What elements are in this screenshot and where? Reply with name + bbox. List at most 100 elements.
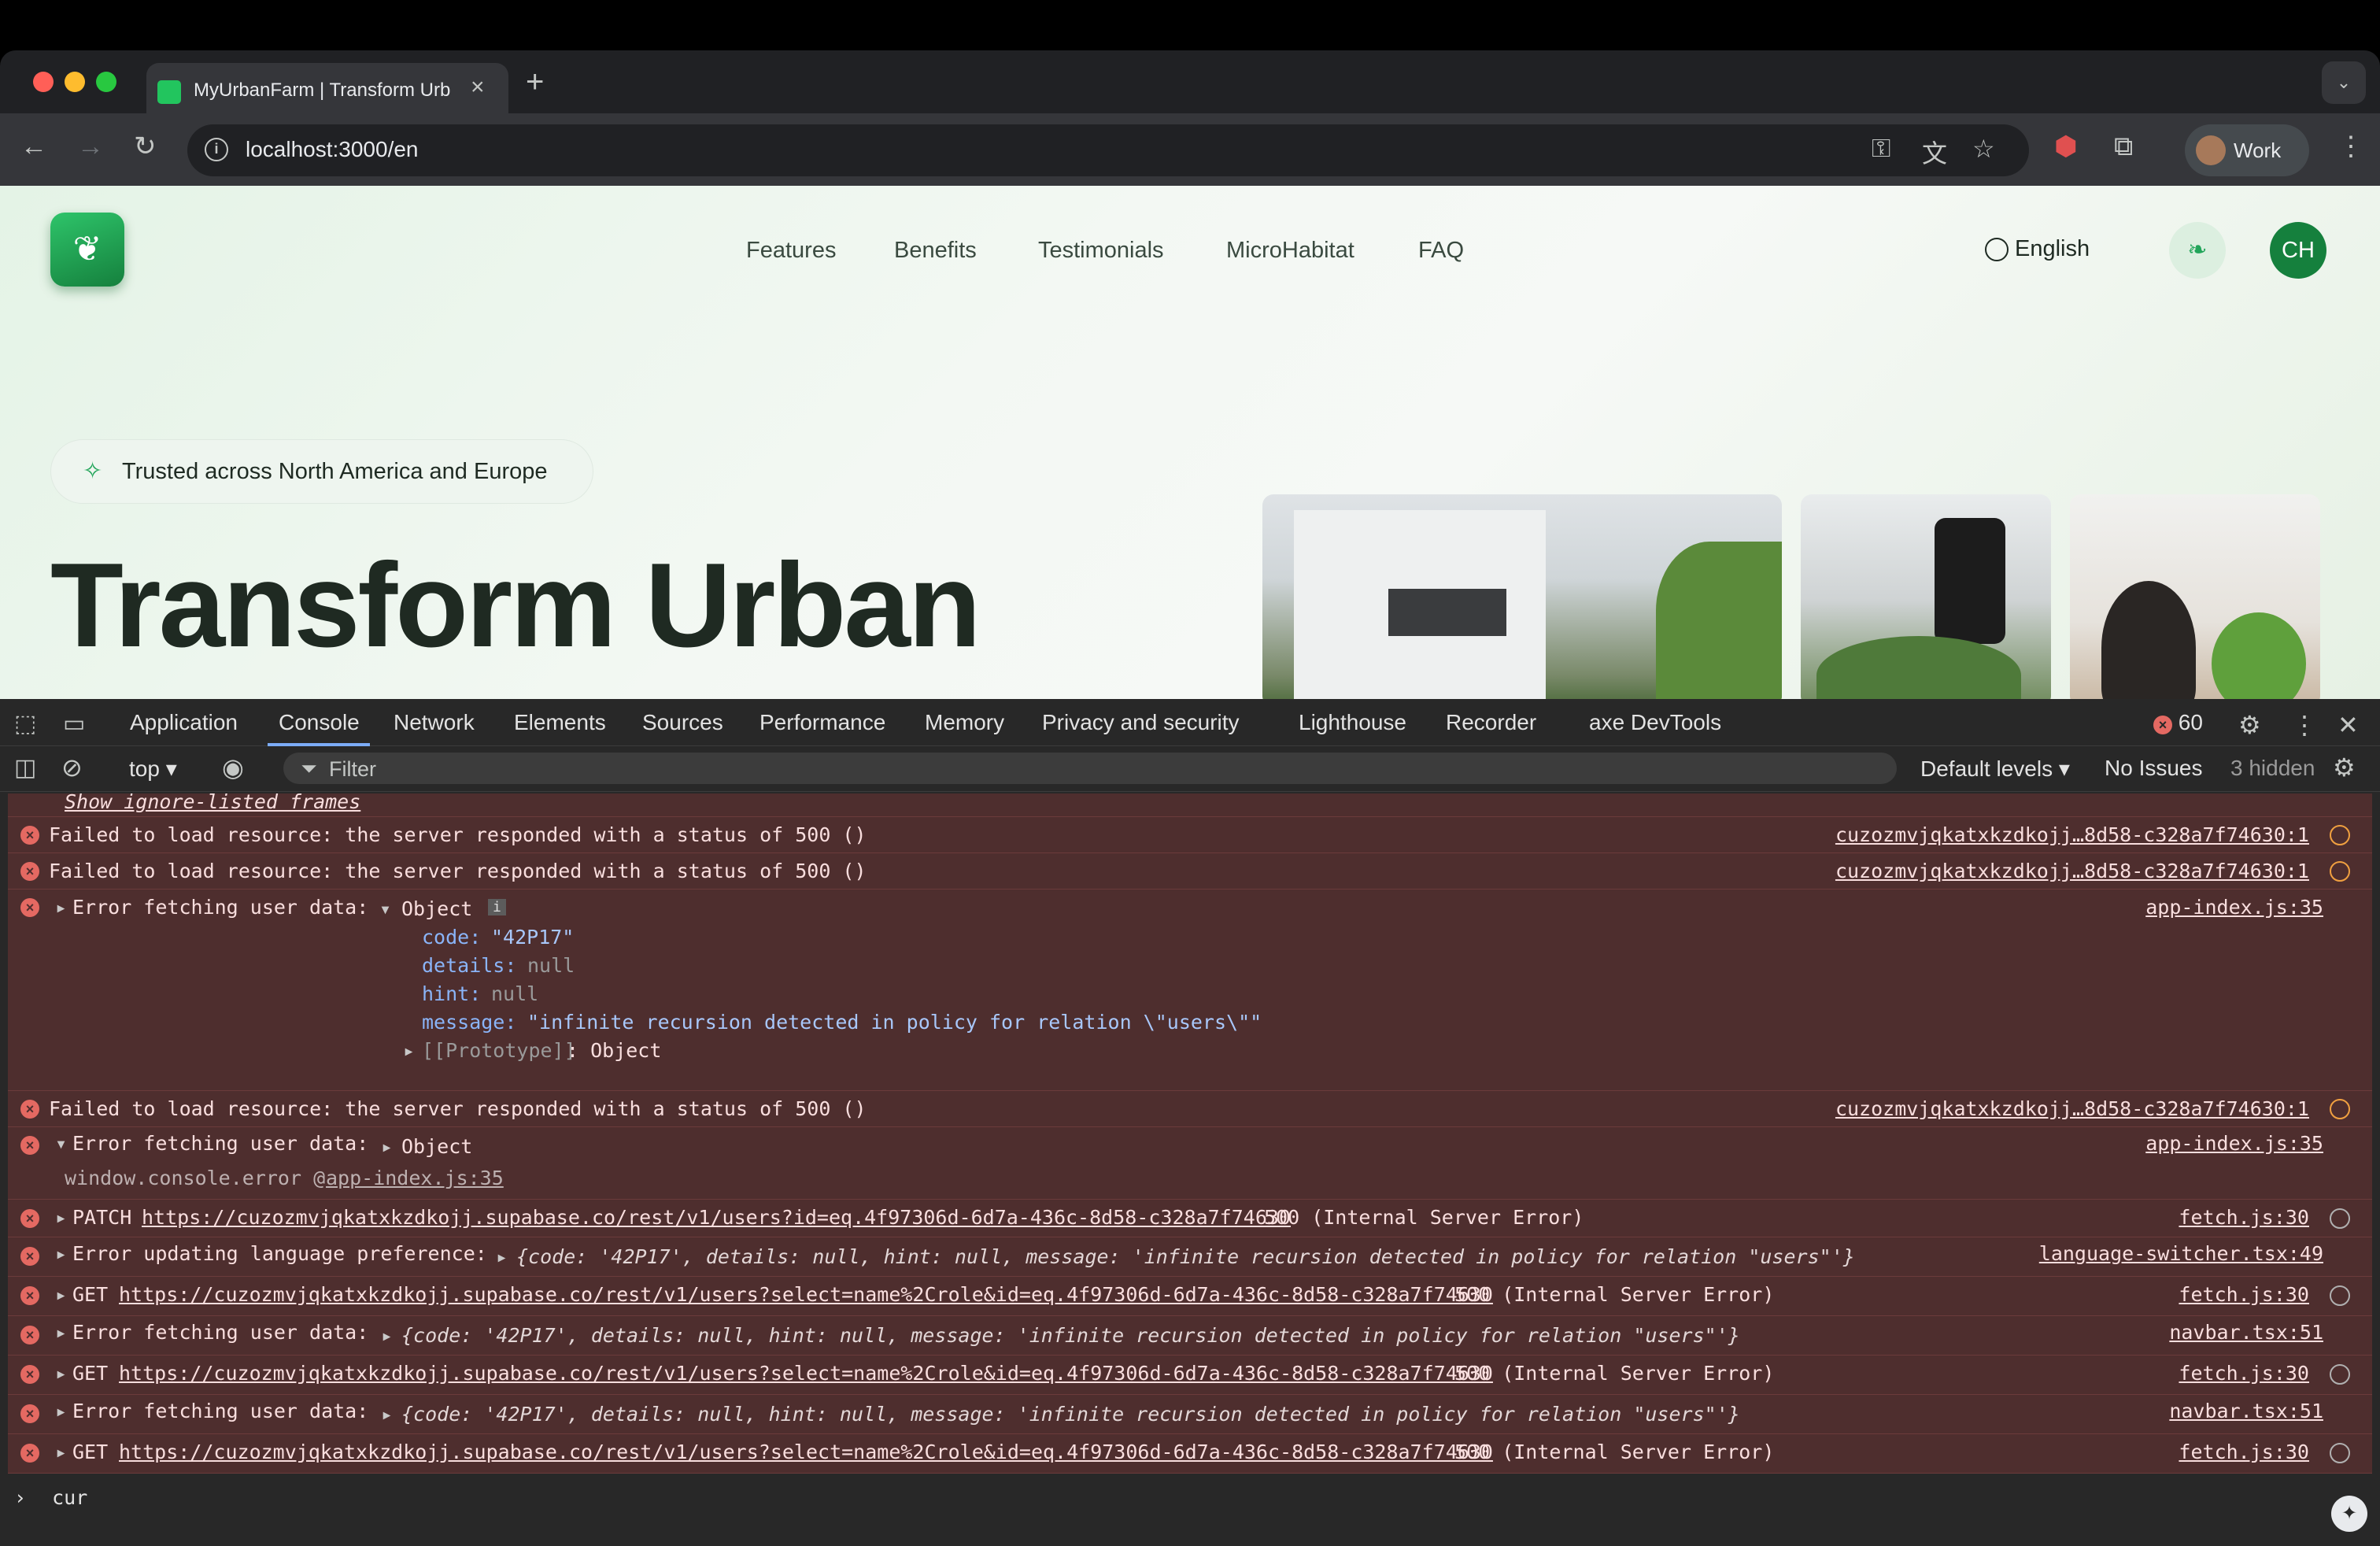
network-icon[interactable] [2330,861,2350,882]
nav-faq[interactable]: FAQ [1418,238,1464,264]
info-icon[interactable]: i [488,899,506,915]
tab-recorder[interactable]: Recorder [1446,710,1536,735]
object-label[interactable]: Object [401,897,472,920]
show-ignored-link[interactable]: Show ignore-listed frames [65,790,360,813]
source-link[interactable]: app-index.js:35 [2145,896,2323,919]
tab-elements[interactable]: Elements [514,710,606,735]
clear-console-icon[interactable]: ⊘ [61,753,83,782]
minimize-window-button[interactable] [65,72,85,92]
object-label[interactable]: Object [401,1135,472,1158]
url-text[interactable]: localhost:3000/en [246,137,419,162]
browser-menu-icon[interactable]: ⋮ [2338,131,2364,162]
expand-triangle-icon[interactable]: ▸ [55,1400,67,1422]
console-settings-icon[interactable]: ⚙ [2333,753,2356,782]
close-tab-icon[interactable]: × [471,74,485,101]
bookmark-star-icon[interactable]: ☆ [1972,134,1995,164]
back-icon[interactable]: ← [20,131,47,162]
site-logo-icon[interactable]: ❦ [50,213,124,287]
filter-input[interactable]: ⏷ Filter [283,753,1897,784]
source-link[interactable]: cuzozmvjqkatxkzdkojj…8d58-c328a7f74630:1 [1835,860,2309,882]
reload-icon[interactable]: ↻ [134,131,157,162]
live-expression-eye-icon[interactable]: ◉ [222,753,244,782]
close-window-button[interactable] [33,72,54,92]
sidebar-toggle-icon[interactable]: ◫ [14,754,36,782]
tab-search-button[interactable]: ⌄ [2322,61,2366,104]
profile-button[interactable]: Work [2185,124,2309,176]
tab-privacy-security[interactable]: Privacy and security [1042,710,1240,735]
context-selector[interactable]: top ▾ [129,756,177,782]
tab-sources[interactable]: Sources [642,710,723,735]
expand-triangle-icon[interactable]: ▸ [55,1321,67,1344]
expand-triangle-icon[interactable]: ▸ [403,1039,415,1062]
request-url[interactable]: https://cuzozmvjqkatxkzdkojj.supabase.co… [119,1441,1493,1463]
translate-icon[interactable]: 文 [1922,134,1947,170]
expand-triangle-icon[interactable]: ▸ [55,1362,67,1385]
device-toolbar-icon[interactable]: ▭ [63,710,85,738]
tab-performance[interactable]: Performance [759,710,885,735]
ai-assistance-icon[interactable]: ✦ [2331,1496,2367,1532]
console-prompt[interactable]: › cur [14,1486,87,1509]
inline-object[interactable]: {code: '42P17', details: null, hint: nul… [401,1403,1740,1426]
source-link[interactable]: language-switcher.tsx:49 [2039,1242,2323,1265]
collapse-triangle-icon[interactable]: ▾ [55,1132,67,1155]
console-input[interactable]: cur [52,1486,87,1509]
expand-triangle-icon[interactable]: ▸ [55,1283,67,1306]
levels-dropdown[interactable]: Default levels ▾ [1920,756,2070,782]
tab-memory[interactable]: Memory [925,710,1004,735]
expand-triangle-icon[interactable]: ▸ [381,1403,393,1426]
request-url[interactable]: https://cuzozmvjqkatxkzdkojj.supabase.co… [142,1206,1291,1229]
source-link[interactable]: fetch.js:30 [2179,1206,2309,1229]
nav-microhabitat[interactable]: MicroHabitat [1226,238,1354,264]
inline-object[interactable]: {code: '42P17', details: null, hint: nul… [401,1324,1740,1347]
source-link[interactable]: fetch.js:30 [2179,1283,2309,1306]
maximize-window-button[interactable] [96,72,116,92]
source-link[interactable]: cuzozmvjqkatxkzdkojj…8d58-c328a7f74630:1 [1835,1097,2309,1120]
expand-triangle-icon[interactable]: ▸ [381,1135,393,1158]
tab-axe-devtools[interactable]: axe DevTools [1589,710,1721,735]
expand-triangle-icon[interactable]: ▸ [55,1441,67,1463]
nav-benefits[interactable]: Benefits [894,238,977,264]
network-icon[interactable] [2330,1099,2350,1119]
inline-object[interactable]: {code: '42P17', details: null, hint: nul… [516,1245,1855,1268]
network-icon[interactable] [2330,1443,2350,1463]
settings-gear-icon[interactable]: ⚙ [2238,710,2261,740]
nav-features[interactable]: Features [746,238,836,264]
network-icon[interactable] [2330,825,2350,845]
tab-console[interactable]: Console [279,710,360,735]
user-avatar[interactable]: CH [2270,222,2326,279]
stack-frame-link[interactable]: app-index.js:35 [326,1167,504,1189]
inspect-element-icon[interactable]: ⬚ [14,710,36,738]
source-link[interactable]: app-index.js:35 [2145,1132,2323,1155]
issues-button[interactable]: No Issues [2105,756,2203,781]
network-icon[interactable] [2330,1285,2350,1306]
close-devtools-icon[interactable]: ✕ [2338,710,2359,740]
extensions-puzzle-icon[interactable]: ⧉ [2114,131,2133,162]
expand-triangle-icon[interactable]: ▸ [55,1206,67,1229]
language-switcher[interactable]: English [1985,236,2090,262]
network-icon[interactable] [2330,1364,2350,1385]
expand-triangle-icon[interactable]: ▸ [496,1245,508,1268]
more-options-icon[interactable]: ⋮ [2292,710,2317,740]
address-bar[interactable]: i localhost:3000/en ⚿ 文 ☆ [187,124,2029,176]
source-link[interactable]: cuzozmvjqkatxkzdkojj…8d58-c328a7f74630:1 [1835,823,2309,846]
tab-lighthouse[interactable]: Lighthouse [1299,710,1406,735]
source-link[interactable]: navbar.tsx:51 [2169,1400,2323,1422]
source-link[interactable]: fetch.js:30 [2179,1362,2309,1385]
site-info-icon[interactable]: i [205,138,228,161]
network-icon[interactable] [2330,1208,2350,1229]
expand-triangle-icon[interactable]: ▸ [55,1242,67,1265]
browser-tab[interactable]: MyUrbanFarm | Transform Urban × [146,63,508,117]
source-link[interactable]: navbar.tsx:51 [2169,1321,2323,1344]
nav-testimonials[interactable]: Testimonials [1038,238,1164,264]
password-key-icon[interactable]: ⚿ [1872,134,1890,164]
expand-triangle-icon[interactable]: ▸ [55,896,67,919]
expand-triangle-icon[interactable]: ▸ [381,1324,393,1347]
request-url[interactable]: https://cuzozmvjqkatxkzdkojj.supabase.co… [119,1362,1493,1385]
new-tab-button[interactable]: + [526,65,544,100]
collapse-triangle-icon[interactable]: ▾ [379,897,391,920]
tab-application[interactable]: Application [130,710,238,735]
forward-icon[interactable]: → [77,131,104,162]
leaf-icon[interactable]: ❧ [2169,222,2226,279]
error-counter[interactable]: × 60 [2153,710,2203,735]
tab-network[interactable]: Network [394,710,475,735]
